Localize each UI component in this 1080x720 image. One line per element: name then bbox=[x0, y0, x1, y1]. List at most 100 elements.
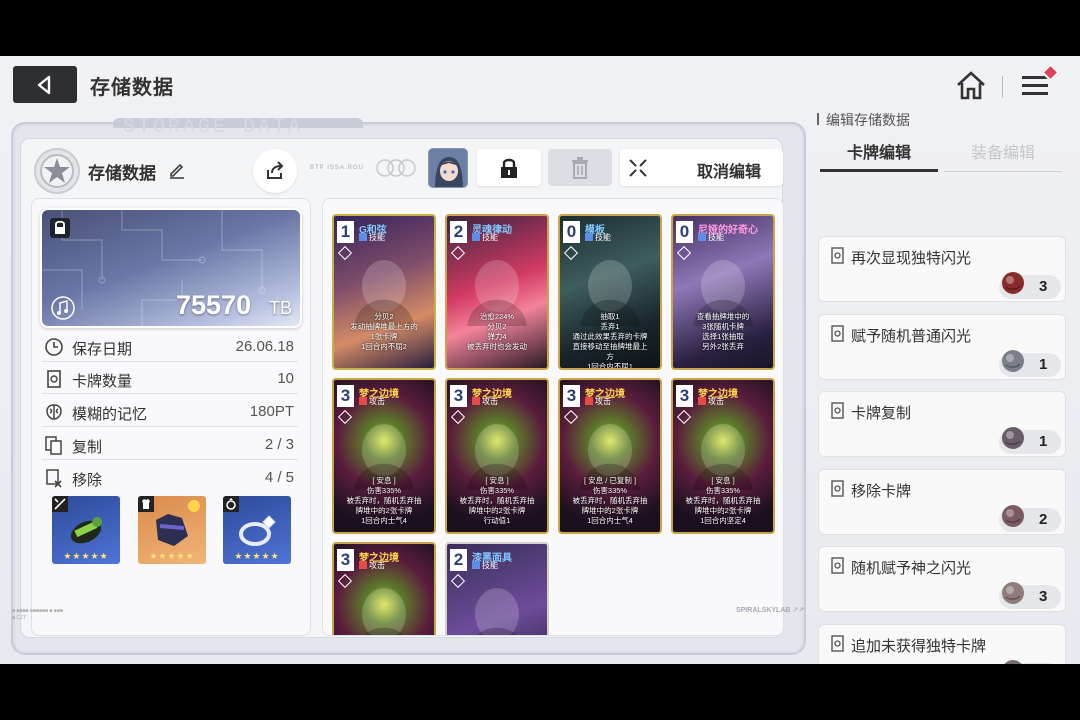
footer-brand: SPIRALSKYLAB ↗↗ bbox=[736, 607, 805, 614]
card-type-icon bbox=[472, 561, 480, 569]
material-count: 3 bbox=[1039, 278, 1048, 295]
card-description: [ 安息 ] 伤害335% 被丢弃时，随机丢弃抽 牌堆中的2张卡牌 1回合内士气… bbox=[346, 476, 422, 525]
footer-line: ■ ■■■■ ■■■■■■ ■ ■■■ bbox=[12, 608, 63, 614]
character-avatar-icon bbox=[429, 149, 467, 187]
card-type-label: 技能 bbox=[369, 233, 385, 242]
card-item[interactable]: 2 漆黑面具 技能 bbox=[445, 542, 549, 635]
edit-option[interactable]: 再次显现独特闪光 3 bbox=[818, 236, 1066, 302]
tab-card-edit[interactable]: 卡牌编辑 bbox=[820, 136, 938, 172]
edit-option-label: 移除卡牌 bbox=[851, 482, 912, 500]
close-icon bbox=[629, 159, 647, 177]
card-cost: 3 bbox=[337, 549, 354, 571]
card-edit-icon bbox=[831, 324, 844, 342]
edit-option[interactable]: 追加未获得独特卡牌0 bbox=[818, 623, 1066, 664]
card-type: 技能 bbox=[585, 232, 611, 243]
material-icon bbox=[1002, 582, 1024, 604]
card-type-icon bbox=[585, 233, 593, 241]
stat-blurred-memory: 模糊的记忆 180PT bbox=[42, 397, 298, 427]
cancel-edit-label: 取消编辑 bbox=[697, 164, 762, 181]
tab-equip-edit[interactable]: 装备编辑 bbox=[944, 136, 1062, 172]
edit-option[interactable]: 赋予随机普通闪光 1 bbox=[818, 313, 1066, 380]
lock-button[interactable] bbox=[477, 149, 541, 186]
card-type: 攻击 bbox=[359, 396, 385, 407]
edit-option[interactable]: 卡牌复制 1 bbox=[818, 391, 1066, 457]
card-description: 抽取1 丢弃1 通过此效果丢弃的卡牌 直接移动至抽牌堆最上 方 1回合内不屈1 bbox=[572, 312, 648, 370]
equipment-weapon[interactable]: ★★★★★ bbox=[52, 496, 120, 564]
card-item[interactable]: 2 灵魂律动 技能 治愈224% 分贝2 弹力4 被丢弃时也会发动 bbox=[445, 214, 549, 370]
card-type: 攻击 bbox=[359, 560, 385, 571]
card-description: 查看抽牌堆中的 3张随机卡牌 选择1张抽取 另外2张丢弃 bbox=[696, 312, 750, 351]
footer-line: ■ CZT bbox=[12, 615, 27, 621]
back-button[interactable] bbox=[13, 66, 77, 103]
trash-icon bbox=[572, 156, 588, 179]
brain-icon bbox=[46, 404, 62, 420]
delete-button[interactable] bbox=[548, 149, 612, 186]
stat-copy: 复制 2 / 3 bbox=[42, 430, 298, 460]
edit-option[interactable]: 随机赋予神之闪光 3 bbox=[818, 546, 1066, 612]
card-edit-icon bbox=[831, 402, 844, 419]
edit-option-label: 随机赋予神之闪光 bbox=[851, 560, 972, 577]
card-type-icon bbox=[698, 397, 706, 405]
circuit-pattern-icon bbox=[42, 210, 266, 326]
material-count: 3 bbox=[1039, 588, 1048, 605]
card-item[interactable]: 0 模板 技能 抽取1 丢弃1 通过此效果丢弃的卡牌 直接移动至抽牌堆最上 方 1回合… bbox=[558, 214, 662, 370]
copy-card-icon bbox=[45, 436, 62, 455]
divider bbox=[1002, 76, 1003, 98]
card-item[interactable]: 3 梦之边境 攻击[ 安息 ] 伤害335% 被丢弃时，随机丢弃抽 牌堆中的2张卡牌… bbox=[671, 378, 775, 534]
back-arrow-icon bbox=[37, 75, 51, 94]
card-item[interactable]: 3 梦之边境 攻击[ 安息 ] 伤害335% 被丢弃时，随机丢弃抽 牌堆中的2张卡牌… bbox=[445, 378, 549, 534]
stat-label: 模糊的记忆 bbox=[72, 406, 148, 423]
card-description: [ 安息 ] 伤害335% 被丢弃时，随机丢弃抽 牌堆中的2张卡牌 1回合内坚定… bbox=[685, 476, 761, 525]
home-icon[interactable] bbox=[954, 69, 988, 103]
material-count: 1 bbox=[1039, 355, 1048, 373]
card-item[interactable]: 1 G和弦 技能 分贝2 发动抽牌堆最上方的 1张卡牌 1回合内不屈2 bbox=[332, 214, 436, 370]
card-icon bbox=[47, 370, 61, 388]
card-list[interactable]: 1 G和弦 技能 分贝2 发动抽牌堆最上方的 1张卡牌 1回合内不屈2 2 灵魂律动 技能治… bbox=[322, 198, 784, 636]
cancel-edit-button[interactable]: 取消编辑 bbox=[620, 149, 783, 186]
clock-icon bbox=[45, 338, 63, 356]
card-edit-icon bbox=[831, 479, 844, 497]
pencil-icon[interactable] bbox=[168, 161, 186, 179]
equipment-stars: ★★★★★ bbox=[63, 551, 109, 561]
card-type-label: 技能 bbox=[595, 233, 611, 242]
lock-icon bbox=[50, 218, 70, 238]
card-edit-icon bbox=[831, 557, 844, 574]
card-type: 技能 bbox=[359, 232, 385, 243]
card-cost: 3 bbox=[450, 385, 467, 407]
equipment-ring[interactable]: ★★★★★ bbox=[223, 496, 291, 564]
armor-type-icon bbox=[138, 496, 154, 512]
card-figure-icon bbox=[475, 588, 519, 635]
page-title: 存储数据 bbox=[90, 77, 174, 99]
card-type-icon bbox=[359, 397, 367, 405]
menu-line bbox=[1022, 92, 1048, 95]
edit-option-label: 赋予随机普通闪光 bbox=[851, 327, 972, 345]
card-item[interactable]: 3 梦之边境 攻击 bbox=[332, 542, 436, 635]
card-type-icon bbox=[359, 233, 367, 241]
card-item[interactable]: 0 尼娅的好奇心 技能 查看抽牌堆中的 3张随机卡牌 选择1张抽取 另外2张丢弃 bbox=[671, 214, 775, 370]
material-icon bbox=[1002, 349, 1024, 372]
material-count: 2 bbox=[1039, 510, 1048, 528]
card-item[interactable]: 3 梦之边境 攻击[ 安息 ] 伤害335% 被丢弃时，随机丢弃抽 牌堆中的2张卡牌… bbox=[332, 378, 436, 534]
card-type-icon bbox=[472, 233, 480, 241]
ring-type-icon bbox=[223, 496, 239, 512]
card-type-icon bbox=[472, 397, 480, 405]
card-cost: 3 bbox=[337, 385, 354, 407]
card-type: 技能 bbox=[472, 232, 498, 243]
stat-label: 移除 bbox=[72, 472, 103, 489]
edit-option[interactable]: 移除卡牌 2 bbox=[818, 468, 1066, 535]
card-type-label: 攻击 bbox=[595, 397, 611, 406]
card-cost: 0 bbox=[563, 221, 580, 243]
character-portrait[interactable] bbox=[428, 148, 468, 188]
weapon-type-icon bbox=[52, 496, 68, 512]
lock-icon bbox=[501, 158, 517, 178]
edit-panel: 编辑存储数据 卡牌编辑 装备编辑 再次显现独特闪光 3 赋予随机普通闪光 1 卡牌复制 1… bbox=[810, 106, 1072, 664]
card-item[interactable]: 3 梦之边境 攻击[ 安息 / 已复制 ] 伤害335% 被丢弃时，随机丢弃抽 牌堆… bbox=[558, 378, 662, 534]
card-type: 攻击 bbox=[472, 396, 498, 407]
equipment-armor[interactable]: ★★★★★ bbox=[138, 496, 206, 564]
footer-left: ■ ■■■■ ■■■■■■ ■ ■■■ ■ CZT bbox=[12, 608, 63, 622]
share-button[interactable] bbox=[253, 149, 297, 193]
star-emblem-icon bbox=[40, 154, 74, 188]
card-cost: 0 bbox=[676, 221, 693, 243]
card-type: 技能 bbox=[698, 232, 724, 243]
music-note-icon bbox=[51, 296, 75, 320]
